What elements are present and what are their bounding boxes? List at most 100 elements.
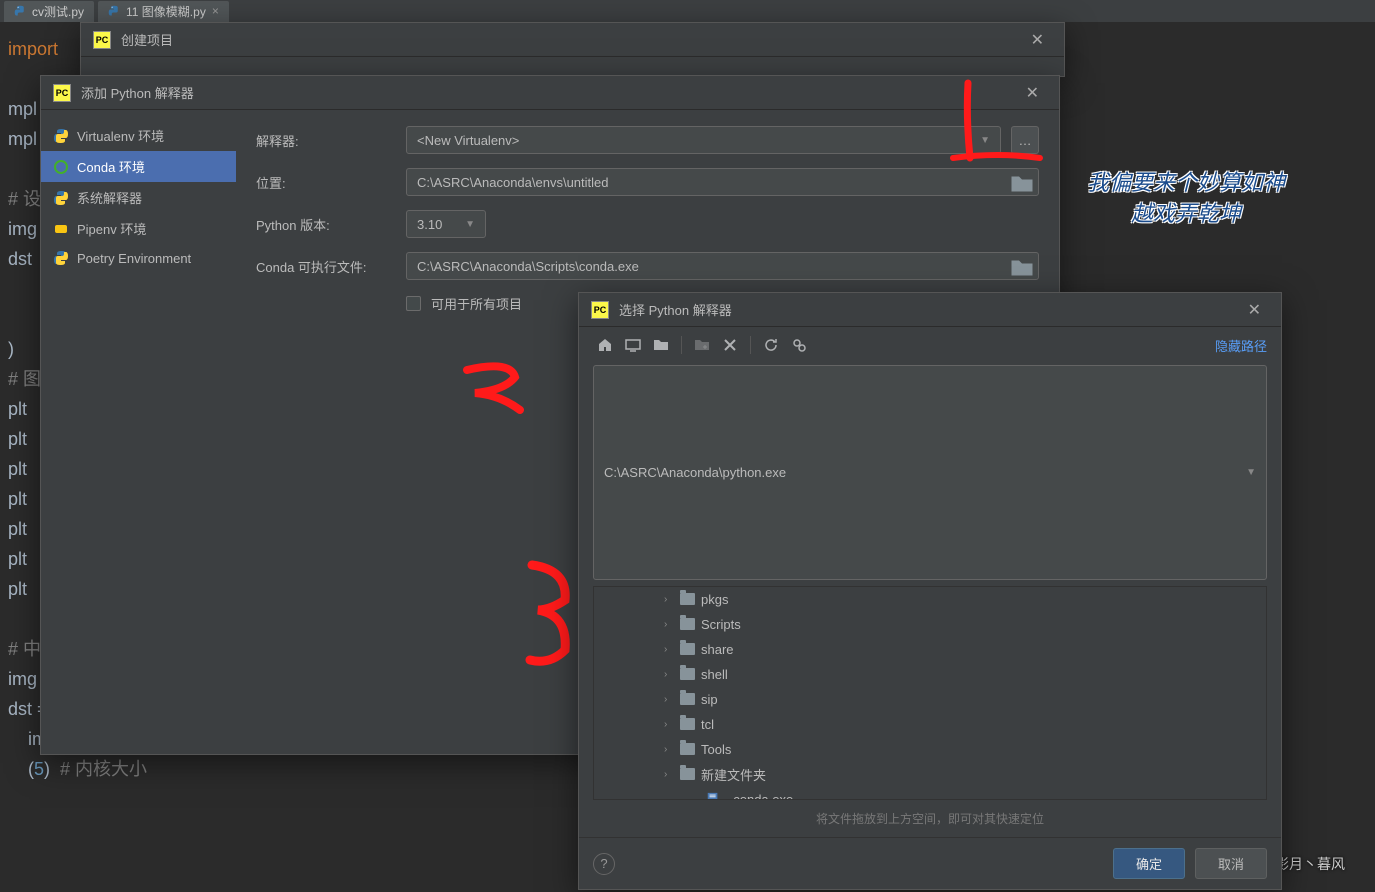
tree-item-label: Scripts: [701, 617, 741, 632]
sidebar-item-conda[interactable]: Conda 环境: [41, 151, 236, 182]
conda-exe-input[interactable]: C:\ASRC\Anaconda\Scripts\conda.exe: [406, 252, 1039, 280]
folder-icon[interactable]: [1010, 172, 1034, 196]
file-tree[interactable]: ›pkgs›Scripts›share›shell›sip›tcl›Tools›…: [593, 586, 1267, 801]
close-button[interactable]: ✕: [1240, 296, 1269, 324]
tab-label: cv测试.py: [32, 3, 84, 20]
pyversion-combo[interactable]: 3.10 ▼: [406, 210, 486, 238]
tree-item-label: _conda.exe: [726, 792, 793, 801]
dialog-title: 创建项目: [121, 30, 173, 49]
ok-button[interactable]: 确定: [1113, 848, 1185, 879]
sidebar-item-label: 系统解释器: [77, 188, 142, 207]
tree-item-label: sip: [701, 692, 718, 707]
expand-icon: ›: [664, 719, 674, 730]
tree-item-label: tcl: [701, 717, 714, 732]
create-project-dialog: PC 创建项目 ✕: [80, 22, 1065, 77]
sidebar-item-virtualenv[interactable]: Virtualenv 环境: [41, 120, 236, 151]
all-projects-label: 可用于所有项目: [431, 294, 522, 313]
expand-icon: ›: [664, 744, 674, 755]
folder-icon: [680, 718, 695, 730]
dialog-title: 添加 Python 解释器: [81, 83, 194, 102]
tab-label: 11 图像模糊.py: [126, 3, 206, 20]
tree-item-label: Tools: [701, 742, 731, 757]
folder-icon: [680, 593, 695, 605]
drop-hint: 将文件拖放到上方空间，即可对其快速定位: [579, 800, 1281, 837]
delete-button[interactable]: [718, 333, 742, 357]
desktop-button[interactable]: [621, 333, 645, 357]
close-button[interactable]: ✕: [1023, 26, 1052, 54]
tree-item-label: 新建文件夹: [701, 765, 766, 784]
chevron-down-icon: ▼: [980, 135, 990, 146]
show-hidden-button[interactable]: [787, 333, 811, 357]
sidebar-item-system[interactable]: 系统解释器: [41, 182, 236, 213]
select-interpreter-dialog: PC 选择 Python 解释器 ✕ 隐藏路径 C:\ASRC\Anaconda…: [578, 292, 1282, 890]
tree-folder[interactable]: › Tools: [594, 737, 1266, 762]
folder-icon: [680, 743, 695, 755]
help-button[interactable]: ?: [593, 853, 615, 875]
tree-item-label: pkgs: [701, 592, 728, 607]
expand-icon: ›: [664, 619, 674, 630]
path-input[interactable]: C:\ASRC\Anaconda\python.exe ▼: [593, 365, 1267, 580]
refresh-button[interactable]: [759, 333, 783, 357]
python-icon: [14, 5, 26, 17]
expand-icon: ›: [664, 669, 674, 680]
file-chooser-toolbar: 隐藏路径: [579, 327, 1281, 363]
folder-icon[interactable]: [1010, 256, 1034, 280]
new-folder-button: [690, 333, 714, 357]
folder-icon: [680, 668, 695, 680]
close-button[interactable]: ✕: [1018, 79, 1047, 107]
tree-file[interactable]: _conda.exe: [594, 787, 1266, 801]
pycharm-icon: PC: [53, 84, 71, 102]
chevron-down-icon: ▼: [465, 219, 475, 230]
expand-icon: ›: [664, 594, 674, 605]
all-projects-checkbox[interactable]: [406, 296, 421, 311]
tree-folder[interactable]: › tcl: [594, 712, 1266, 737]
conda-icon: [53, 159, 69, 175]
tree-folder[interactable]: › sip: [594, 687, 1266, 712]
project-button[interactable]: [649, 333, 673, 357]
tree-folder[interactable]: › Scripts: [594, 612, 1266, 637]
expand-icon: ›: [664, 694, 674, 705]
editor-tab[interactable]: 11 图像模糊.py ×: [98, 1, 229, 22]
location-input[interactable]: C:\ASRC\Anaconda\envs\untitled: [406, 168, 1039, 196]
home-button[interactable]: [593, 333, 617, 357]
editor-tab-bar: cv测试.py 11 图像模糊.py ×: [0, 0, 1375, 22]
tree-folder[interactable]: › share: [594, 637, 1266, 662]
sidebar-item-label: Virtualenv 环境: [77, 126, 164, 145]
tree-folder[interactable]: › pkgs: [594, 587, 1266, 612]
editor-tab[interactable]: cv测试.py: [4, 1, 94, 22]
browse-button[interactable]: …: [1011, 126, 1039, 154]
folder-icon: [680, 643, 695, 655]
pyversion-label: Python 版本:: [256, 215, 396, 234]
tree-item-label: shell: [701, 667, 728, 682]
interpreter-combo[interactable]: <New Virtualenv> ▼: [406, 126, 1001, 154]
folder-icon: [680, 618, 695, 630]
folder-icon: [680, 693, 695, 705]
python-icon: [108, 5, 120, 17]
python-icon: [53, 128, 69, 144]
close-icon[interactable]: ×: [212, 4, 219, 18]
sidebar-item-pipenv[interactable]: Pipenv 环境: [41, 213, 236, 244]
interpreter-type-sidebar: Virtualenv 环境 Conda 环境 系统解释器 Pipenv 环境 P…: [41, 110, 236, 754]
dialog-title: 选择 Python 解释器: [619, 300, 732, 319]
cancel-button[interactable]: 取消: [1195, 848, 1267, 879]
folder-icon: [680, 768, 695, 780]
sidebar-item-label: Pipenv 环境: [77, 219, 146, 238]
sidebar-item-poetry[interactable]: Poetry Environment: [41, 244, 236, 272]
conda-exe-label: Conda 可执行文件:: [256, 257, 396, 276]
pycharm-icon: PC: [591, 301, 609, 319]
python-icon: [53, 190, 69, 206]
tree-item-label: share: [701, 642, 734, 657]
expand-icon: ›: [664, 769, 674, 780]
location-label: 位置:: [256, 173, 396, 192]
sidebar-item-label: Poetry Environment: [77, 251, 191, 266]
tree-folder[interactable]: › shell: [594, 662, 1266, 687]
expand-icon: ›: [664, 644, 674, 655]
pycharm-icon: PC: [93, 31, 111, 49]
interpreter-label: 解释器:: [256, 131, 396, 150]
pipenv-icon: [53, 221, 69, 237]
poetry-icon: [53, 250, 69, 266]
chevron-down-icon: ▼: [1246, 467, 1256, 478]
sidebar-item-label: Conda 环境: [77, 157, 145, 176]
hide-path-link[interactable]: 隐藏路径: [1215, 336, 1267, 355]
tree-folder[interactable]: › 新建文件夹: [594, 762, 1266, 787]
